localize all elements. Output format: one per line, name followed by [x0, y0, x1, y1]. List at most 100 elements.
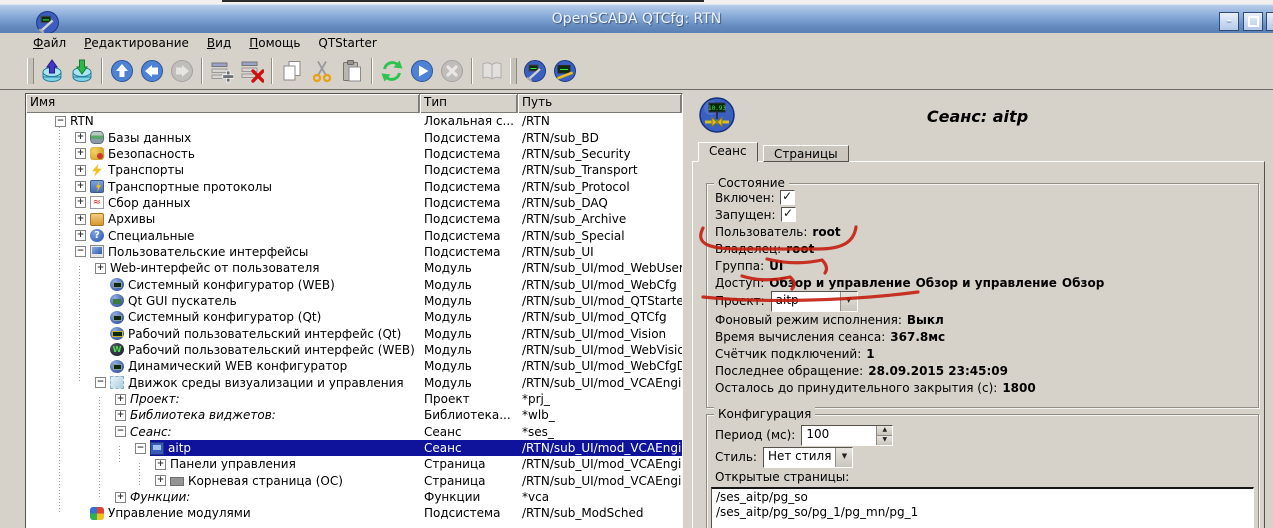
spin-up-icon[interactable]: ▲: [877, 426, 892, 436]
tree-guide-line: [79, 266, 80, 381]
tree-expander-minus-icon[interactable]: −: [75, 246, 86, 257]
menu-item[interactable]: QTStarter: [309, 34, 385, 52]
column-header-name[interactable]: Имя: [26, 94, 420, 113]
tree-expander-minus-icon[interactable]: −: [115, 426, 126, 437]
tree-row[interactable]: Динамический WEB конфигураторМодуль/RTN/…: [26, 358, 682, 374]
tree-item-type: Сеанс: [420, 424, 518, 440]
tree-row[interactable]: +?СпециальныеПодсистема/RTN/sub_Special: [26, 227, 682, 243]
owner-value: root: [786, 242, 814, 256]
toolbar-handle[interactable]: [510, 58, 517, 84]
column-header-type[interactable]: Тип: [420, 94, 518, 113]
open-page-item[interactable]: /ses_aitp/pg_so: [716, 490, 1249, 505]
tree-row[interactable]: +Библиотека виджетов:Библиотека...*wlb_: [26, 407, 682, 423]
maximize-button[interactable]: [1243, 12, 1263, 31]
delete-item-icon: [240, 59, 264, 83]
manual-button[interactable]: [477, 56, 507, 86]
start-button[interactable]: [407, 56, 437, 86]
stop-button[interactable]: [437, 56, 467, 86]
tab-pages[interactable]: Страницы: [763, 145, 849, 162]
tree-expander-plus-icon[interactable]: +: [75, 181, 86, 192]
tree-row[interactable]: +АрхивыПодсистема/RTN/sub_Archive: [26, 211, 682, 227]
delete-item-button[interactable]: [237, 56, 267, 86]
tree-expander-plus-icon[interactable]: +: [115, 492, 126, 503]
tree-expander-plus-icon[interactable]: +: [75, 165, 86, 176]
chevron-down-icon[interactable]: ▼: [840, 292, 857, 311]
copy-button[interactable]: [277, 56, 307, 86]
refresh-button[interactable]: [377, 56, 407, 86]
tree-expander-minus-icon[interactable]: −: [135, 443, 146, 454]
back-button[interactable]: [137, 56, 167, 86]
tree-item-type: Модуль: [420, 358, 518, 374]
tree-expander-minus-icon[interactable]: −: [55, 116, 66, 127]
add-item-button[interactable]: [207, 56, 237, 86]
tree-row[interactable]: +Базы данныхПодсистема/RTN/sub_BD: [26, 129, 682, 145]
menu-item[interactable]: Файл: [24, 34, 75, 52]
tree-row[interactable]: Рабочий пользовательский интерфейс (Qt)М…: [26, 325, 682, 341]
user-label: Пользователь:: [715, 225, 807, 239]
qtcfg-module-button[interactable]: [520, 56, 550, 86]
menu-item[interactable]: Вид: [198, 34, 240, 52]
tree-row[interactable]: +Корневая страница (ОС)Страница/RTN/sub_…: [26, 473, 682, 489]
tree-row[interactable]: Системный конфигуратор (WEB)Модуль/RTN/s…: [26, 276, 682, 292]
tree-row[interactable]: +Web-интерфейс от пользователяМодуль/RTN…: [26, 260, 682, 276]
spin-down-icon[interactable]: ▼: [877, 436, 892, 445]
vision-module-button[interactable]: [550, 56, 580, 86]
tree-row[interactable]: −Движок среды визуализации и управленияМ…: [26, 375, 682, 391]
period-spinbox[interactable]: 100 ▲▼: [801, 425, 893, 446]
tree-row[interactable]: WРабочий пользовательский интерфейс (WEB…: [26, 342, 682, 358]
wave-icon: ≈: [90, 196, 104, 209]
tree-row[interactable]: +≈Сбор данныхПодсистема/RTN/sub_DAQ: [26, 195, 682, 211]
tree-row[interactable]: Управление модулямиПодсистема/RTN/sub_Mo…: [26, 505, 682, 521]
tree-row[interactable]: +Функции:Функции*vca: [26, 489, 682, 505]
save-button[interactable]: [67, 56, 97, 86]
tree-row[interactable]: +БезопасностьПодсистема/RTN/sub_Security: [26, 146, 682, 162]
chevron-down-icon[interactable]: ▼: [835, 448, 852, 467]
tree-expander-plus-icon[interactable]: +: [115, 410, 126, 421]
stop-icon: [440, 59, 464, 83]
started-checkbox[interactable]: ✓: [781, 207, 796, 222]
minimize-button[interactable]: –: [1219, 12, 1239, 31]
tree-expander-plus-icon[interactable]: +: [75, 148, 86, 159]
tree-row[interactable]: +Панели управленияСтраница/RTN/sub_UI/mo…: [26, 456, 682, 472]
menu-item[interactable]: Помощь: [240, 34, 309, 52]
tree-expander-plus-icon[interactable]: +: [115, 394, 126, 405]
tree-row[interactable]: Системный конфигуратор (Qt)Модуль/RTN/su…: [26, 309, 682, 325]
column-header-path[interactable]: Путь: [518, 94, 682, 113]
paste-button[interactable]: [337, 56, 367, 86]
manual-icon: [480, 59, 504, 83]
toolbar-handle[interactable]: [27, 58, 34, 84]
open-page-item[interactable]: /ses_aitp/pg_so/pg_1/pg_mn/pg_1: [716, 505, 1249, 520]
tree-row[interactable]: Qt GUI пускательМодуль/RTN/sub_UI/mod_QT…: [26, 293, 682, 309]
tree-row[interactable]: −Сеанс:Сеанс*ses_: [26, 424, 682, 440]
tree-expander-minus-icon[interactable]: −: [95, 377, 106, 388]
tree-item-type: Модуль: [420, 375, 518, 391]
tree-row[interactable]: −aitpСеанс/RTN/sub_UI/mod_VCAEngine: [26, 440, 682, 456]
cut-button[interactable]: [307, 56, 337, 86]
tree-expander-plus-icon[interactable]: +: [155, 475, 166, 486]
tree-row[interactable]: +Проект:Проект*prj_: [26, 391, 682, 407]
tree-row[interactable]: +ТранспортыПодсистема/RTN/sub_Transport: [26, 162, 682, 178]
project-combobox[interactable]: aitp ▼: [771, 291, 858, 312]
tree-item-type: Страница: [420, 456, 518, 472]
copy-icon: [280, 59, 304, 83]
tree-expander-plus-icon[interactable]: +: [75, 214, 86, 225]
up-button[interactable]: [107, 56, 137, 86]
style-combobox[interactable]: Нет стиля ▼: [763, 447, 854, 468]
load-button[interactable]: [37, 56, 67, 86]
tree-row[interactable]: −Пользовательские интерфейсыПодсистема/R…: [26, 244, 682, 260]
access-value-2: Обзор и управление: [916, 276, 1057, 290]
enabled-checkbox[interactable]: ✓: [780, 190, 795, 205]
tree-expander-plus-icon[interactable]: +: [75, 197, 86, 208]
tree-row[interactable]: −RTNЛокальная с.../RTN: [26, 113, 682, 129]
close-button[interactable]: x: [1266, 12, 1273, 31]
menu-item[interactable]: Редактирование: [75, 34, 198, 52]
tree-expander-plus-icon[interactable]: +: [155, 459, 166, 470]
tab-session[interactable]: Сеанс: [698, 142, 758, 162]
tree-expander-plus-icon[interactable]: +: [95, 263, 106, 274]
tree-expander-plus-icon[interactable]: +: [75, 230, 86, 241]
tree-row[interactable]: +Транспортные протоколыПодсистема/RTN/su…: [26, 178, 682, 194]
tree-expander-plus-icon[interactable]: +: [75, 132, 86, 143]
open-pages-listbox[interactable]: /ses_aitp/pg_so /ses_aitp/pg_so/pg_1/pg_…: [711, 487, 1254, 528]
tree-item-path: /RTN/sub_Security: [518, 146, 682, 162]
forward-button[interactable]: [167, 56, 197, 86]
